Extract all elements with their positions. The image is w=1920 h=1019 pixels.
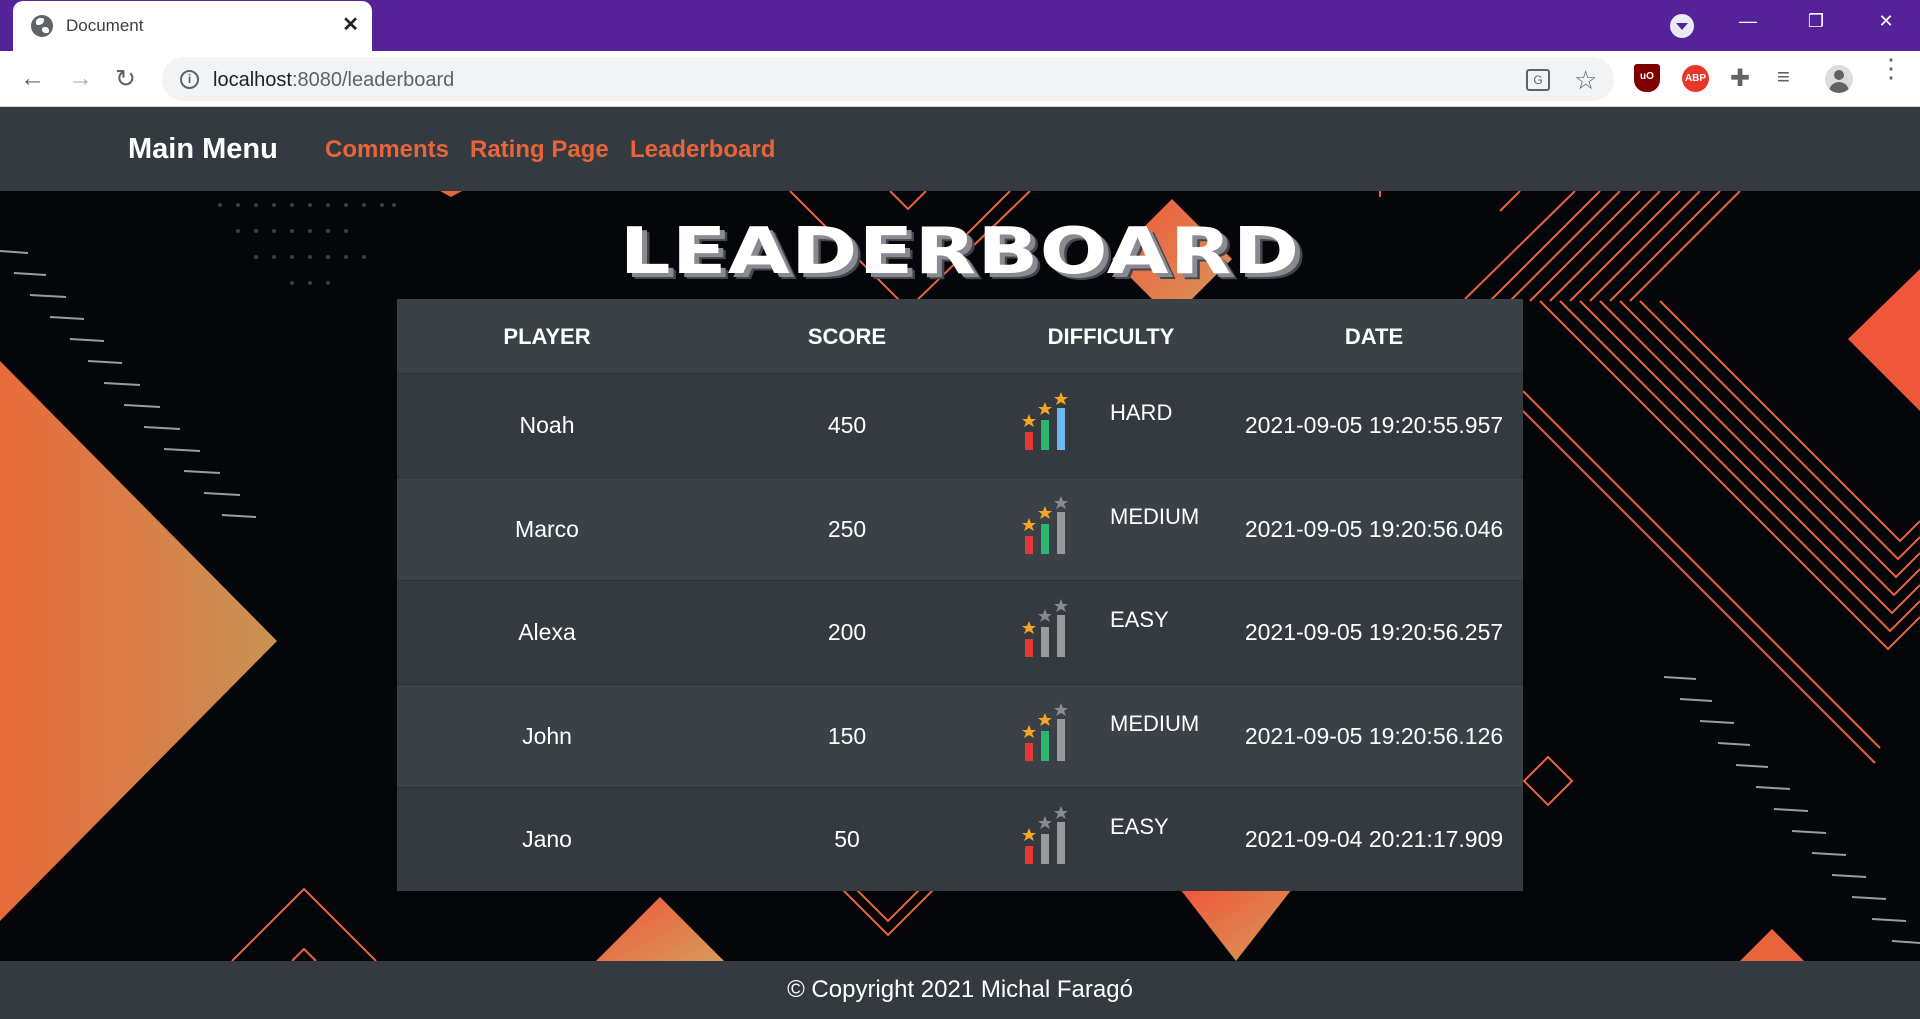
table-row: Jano 50 EASY 2021-09-04 20:21:17.909 (397, 787, 1523, 891)
difficulty-label: MEDIUM (1110, 710, 1200, 736)
globe-icon (31, 15, 53, 37)
url-text[interactable]: localhost:8080/leaderboard (213, 69, 454, 92)
table-header: PLAYER SCORE DIFFICULTY DATE (397, 299, 1523, 373)
copyright-text: © Copyright 2021 Michal Faragó (787, 976, 1133, 1003)
page-title: LEADERBOARD (619, 215, 1301, 289)
profile-avatar-icon[interactable] (1825, 65, 1853, 93)
difficulty-label: EASY (1110, 814, 1169, 839)
url-path: :8080/leaderboard (291, 69, 455, 91)
tab-close-icon[interactable]: ✕ (342, 12, 359, 37)
table-row: John 150 MEDIUM 2021-09-05 19:20:56.126 (397, 683, 1523, 788)
back-arrow-icon[interactable]: ← (20, 64, 45, 93)
cell-date: 2021-09-05 19:20:56.126 (1244, 722, 1504, 749)
extensions-puzzle-icon[interactable]: ✚ (1730, 64, 1756, 92)
cell-date: 2021-09-04 20:21:17.909 (1244, 826, 1504, 852)
cell-date: 2021-09-05 19:20:55.957 (1244, 412, 1504, 438)
cell-score: 200 (827, 619, 867, 645)
difficulty-level-icon (1022, 495, 1068, 554)
cell-date: 2021-09-05 19:20:56.257 (1244, 619, 1504, 645)
cell-difficulty: MEDIUM (997, 478, 1225, 581)
cell-player: Alexa (518, 619, 576, 645)
window-minimize-button[interactable]: — (1720, 0, 1776, 42)
site-info-icon[interactable]: i (180, 70, 199, 89)
header-score[interactable]: SCORE (697, 299, 997, 373)
media-control-icon[interactable]: ≡ (1777, 64, 1803, 92)
table-row: Alexa 200 EASY 2021-09-05 19:20:56.257 (397, 580, 1523, 684)
difficulty-label: EASY (1110, 607, 1169, 632)
url-host: localhost (213, 69, 292, 91)
difficulty-level-icon (1022, 599, 1068, 657)
cell-player: Marco (515, 515, 579, 542)
difficulty-level-icon (1022, 702, 1068, 761)
cell-score: 450 (827, 412, 867, 438)
cell-score: 50 (834, 826, 860, 852)
nav-link-comments[interactable]: Comments (325, 136, 449, 164)
header-difficulty[interactable]: DIFFICULTY (997, 299, 1225, 373)
difficulty-level-icon (1022, 806, 1068, 864)
browser-menu-icon[interactable]: ⋮ (1878, 55, 1904, 81)
cell-player: Jano (522, 826, 572, 852)
cell-player: Noah (519, 412, 575, 438)
table-row: Marco 250 MEDIUM 2021-09-05 19:20:56.046 (397, 476, 1523, 581)
hero-background: LEADERBOARD PLAYER SCORE DIFFICULTY DATE… (0, 191, 1920, 961)
difficulty-label: HARD (1110, 400, 1173, 425)
difficulty-level-icon (1022, 392, 1068, 450)
browser-titlebar: Document ✕ — ❐ ✕ (0, 0, 1920, 51)
nav-link-leaderboard[interactable]: Leaderboard (630, 136, 775, 164)
window-restore-button[interactable]: ❐ (1788, 0, 1844, 42)
site-navbar: Main Menu Comments Rating Page Leaderboa… (0, 107, 1920, 191)
site-footer: © Copyright 2021 Michal Faragó (0, 961, 1920, 1019)
cell-difficulty: HARD (997, 374, 1225, 477)
cell-score: 150 (827, 722, 867, 749)
page-viewport: Main Menu Comments Rating Page Leaderboa… (0, 107, 1920, 1019)
bookmark-star-icon[interactable]: ☆ (1574, 65, 1597, 96)
header-player[interactable]: PLAYER (397, 299, 697, 373)
difficulty-label: MEDIUM (1110, 503, 1200, 529)
translate-icon[interactable]: G (1526, 69, 1550, 91)
adblock-plus-extension-icon[interactable]: ABP (1682, 65, 1709, 92)
reload-icon[interactable]: ↻ (115, 64, 136, 94)
tab-title: Document (66, 16, 144, 35)
nav-link-rating-page[interactable]: Rating Page (470, 136, 609, 164)
ublock-extension-icon[interactable]: uO (1634, 64, 1660, 92)
tab-search-icon[interactable] (1670, 14, 1694, 38)
table-body: Noah 450 HARD 2021-09-05 19:20:55.957 Marco 2… (397, 373, 1523, 891)
navbar-brand[interactable]: Main Menu (128, 133, 278, 166)
cell-player: John (522, 722, 572, 749)
cell-difficulty: EASY (997, 788, 1225, 891)
cell-difficulty: MEDIUM (997, 685, 1225, 788)
cell-score: 250 (827, 515, 867, 542)
browser-toolbar: ← → ↻ i localhost:8080/leaderboard G ☆ u… (0, 51, 1920, 107)
table-row: Noah 450 HARD 2021-09-05 19:20:55.957 (397, 373, 1523, 477)
cell-difficulty: EASY (997, 581, 1225, 684)
browser-tab[interactable]: Document ✕ (13, 1, 372, 51)
forward-arrow-icon[interactable]: → (68, 64, 93, 93)
address-bar[interactable]: i localhost:8080/leaderboard G ☆ (162, 57, 1614, 101)
leaderboard-table: PLAYER SCORE DIFFICULTY DATE Noah 450 HARD… (397, 299, 1523, 891)
cell-date: 2021-09-05 19:20:56.046 (1244, 515, 1504, 542)
header-date[interactable]: DATE (1225, 299, 1523, 373)
window-close-button[interactable]: ✕ (1858, 0, 1914, 42)
